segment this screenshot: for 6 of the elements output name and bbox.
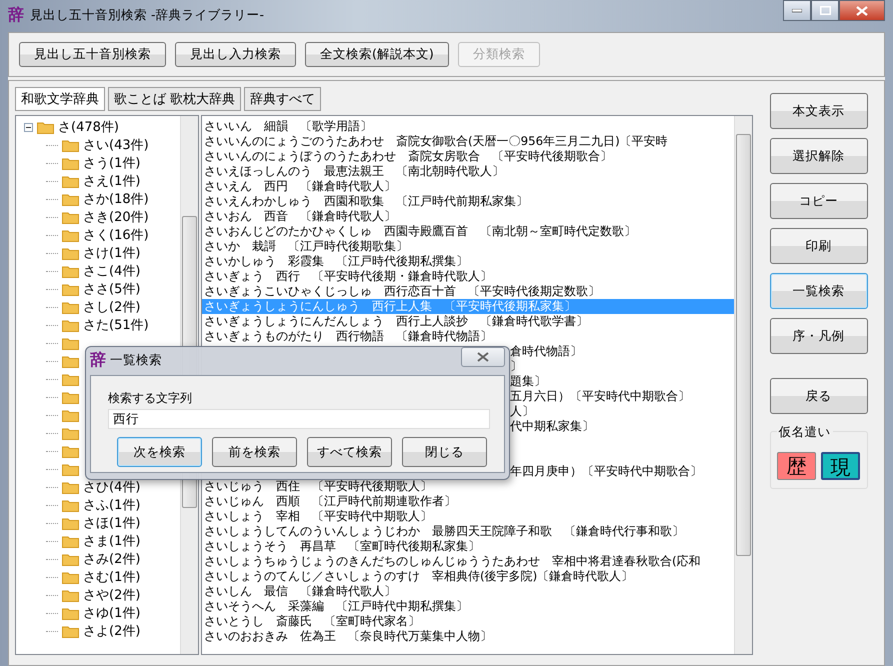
window-title: 見出し五十音別検索 -辞典ライブラリー- <box>30 6 264 24</box>
dialog-title: 一覧検索 <box>110 352 162 368</box>
group-title: 仮名遣い <box>776 424 832 441</box>
app-icon: 辞 <box>8 4 24 26</box>
app-icon: 辞 <box>90 350 106 370</box>
field-label: 検索する文字列 <box>108 390 193 407</box>
